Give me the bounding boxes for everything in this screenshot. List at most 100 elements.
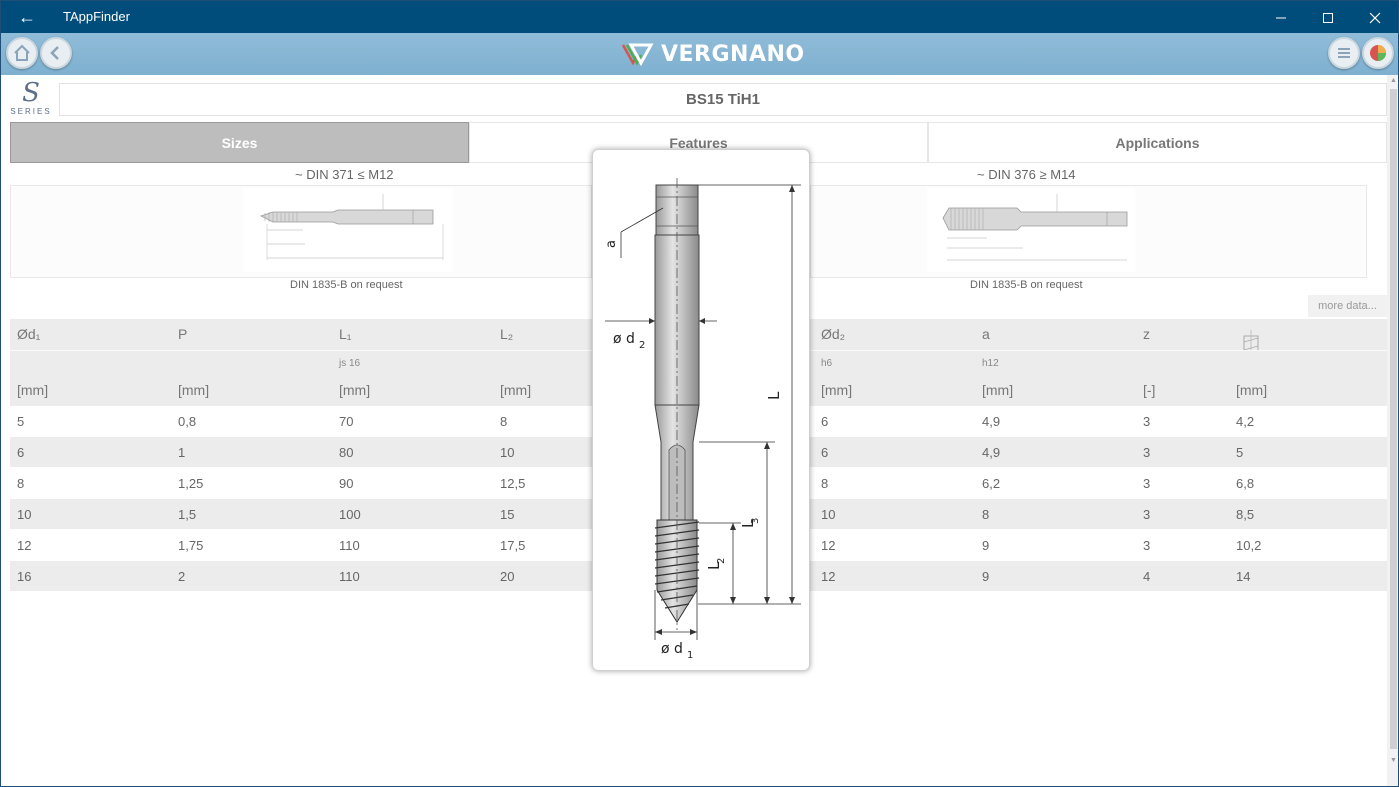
tolerance-cell: h12 bbox=[982, 358, 999, 369]
brand-name: VERGNANO bbox=[661, 41, 805, 67]
more-data-button[interactable]: more data... bbox=[1308, 295, 1387, 317]
header-cell: Ød₁ bbox=[17, 326, 41, 342]
label-a: a bbox=[604, 240, 619, 248]
window-title: TAppFinder bbox=[63, 9, 130, 24]
app-window: ← TAppFinder VERGNANO S SERIES BS15 TiH1… bbox=[0, 0, 1399, 787]
table-cell: 5 bbox=[17, 414, 25, 429]
label-L2-sub: 2 bbox=[716, 558, 727, 564]
table-cell: 15 bbox=[500, 507, 515, 522]
tab-applications[interactable]: Applications bbox=[928, 122, 1387, 163]
series-word: SERIES bbox=[10, 107, 52, 116]
table-cell: 9 bbox=[982, 538, 990, 553]
unit-cell: [-] bbox=[1143, 382, 1156, 398]
back-arrow-icon[interactable]: ← bbox=[15, 6, 39, 28]
label-d1: ø d bbox=[661, 641, 683, 657]
table-cell: 6,8 bbox=[1236, 476, 1255, 491]
standard-caption-din376: DIN 1835-B on request bbox=[970, 279, 1083, 291]
header-cell: P bbox=[178, 326, 188, 342]
tab-sizes[interactable]: Sizes bbox=[10, 122, 469, 163]
table-cell: 20 bbox=[500, 569, 515, 584]
close-button[interactable] bbox=[1352, 1, 1398, 33]
home-icon bbox=[14, 44, 30, 61]
table-cell: 12 bbox=[17, 538, 32, 553]
table-cell: 1,25 bbox=[178, 476, 204, 491]
table-cell: 3 bbox=[1143, 414, 1151, 429]
table-cell: 6,2 bbox=[982, 476, 1001, 491]
table-cell: 10,2 bbox=[1236, 538, 1262, 553]
label-L1: L bbox=[765, 391, 783, 400]
minimize-button[interactable] bbox=[1258, 1, 1304, 33]
menu-icon bbox=[1338, 48, 1350, 58]
table-cell: 17,5 bbox=[500, 538, 526, 553]
header-cell: a bbox=[982, 326, 990, 342]
unit-cell: [mm] bbox=[339, 382, 371, 398]
table-cell: 10 bbox=[500, 445, 515, 460]
tap-drawing-din371 bbox=[243, 188, 453, 272]
table-cell: 12 bbox=[821, 569, 836, 584]
standard-caption-din371: DIN 1835-B on request bbox=[290, 279, 403, 291]
tap-technical-drawing: a ø d 2 L L 3 L 2 ø d 1 bbox=[604, 178, 801, 661]
unit-cell: [mm] bbox=[821, 382, 853, 398]
table-cell: 3 bbox=[1143, 538, 1151, 553]
unit-cell: [mm] bbox=[500, 382, 532, 398]
table-cell: 3 bbox=[1143, 476, 1151, 491]
standard-label-din371: ~ DIN 371 ≤ M12 bbox=[295, 167, 394, 182]
table-cell: 9 bbox=[982, 569, 990, 584]
table-cell: 14 bbox=[1236, 569, 1251, 584]
scroll-down-icon[interactable]: ▼ bbox=[1387, 755, 1398, 767]
table-cell: 8 bbox=[500, 414, 508, 429]
header-cell: L₂ bbox=[500, 326, 514, 342]
table-cell: 90 bbox=[339, 476, 354, 491]
header-cell: L₁ bbox=[339, 326, 352, 342]
series-letter: S bbox=[22, 78, 40, 108]
table-cell: 70 bbox=[339, 414, 354, 429]
table-cell: 12 bbox=[821, 538, 836, 553]
table-cell: 10 bbox=[821, 507, 836, 522]
table-cell: 5 bbox=[1236, 445, 1244, 460]
nav-back-button[interactable] bbox=[40, 37, 72, 69]
table-cell: 2 bbox=[178, 569, 186, 584]
standard-panel-din371 bbox=[10, 185, 592, 278]
scroll-thumb[interactable] bbox=[1390, 89, 1397, 749]
table-cell: 8,5 bbox=[1236, 507, 1255, 522]
language-button[interactable] bbox=[1362, 37, 1394, 69]
unit-cell: [mm] bbox=[17, 382, 49, 398]
table-cell: 110 bbox=[339, 538, 360, 553]
header-cell: z bbox=[1143, 326, 1150, 342]
table-cell: 1,5 bbox=[178, 507, 197, 522]
unit-cell: [mm] bbox=[178, 382, 210, 398]
table-cell: 4,2 bbox=[1236, 414, 1255, 429]
table-cell: 16 bbox=[17, 569, 32, 584]
unit-cell: [mm] bbox=[1236, 382, 1268, 398]
close-icon bbox=[1369, 12, 1381, 24]
home-button[interactable] bbox=[6, 37, 38, 69]
chevron-left-icon bbox=[50, 46, 59, 60]
brand-logo: VERGNANO bbox=[621, 40, 805, 68]
tolerance-cell: h6 bbox=[821, 358, 833, 369]
table-cell: 1,75 bbox=[178, 538, 204, 553]
table-cell: 6 bbox=[17, 445, 25, 460]
table-cell: 100 bbox=[339, 507, 361, 522]
product-title: BS15 TiH1 bbox=[59, 83, 1387, 116]
title-bar: ← TAppFinder bbox=[1, 1, 1398, 33]
header-cell: Ød₂ bbox=[821, 326, 846, 342]
table-cell: 80 bbox=[339, 445, 354, 460]
table-cell: 6 bbox=[821, 414, 829, 429]
label-d1-sub: 1 bbox=[687, 650, 693, 661]
tap-drawing-popup[interactable]: a ø d 2 L L 3 L 2 ø d 1 bbox=[592, 149, 810, 671]
scroll-up-icon[interactable]: ▲ bbox=[1387, 75, 1398, 87]
menu-button[interactable] bbox=[1328, 37, 1360, 69]
vertical-scrollbar[interactable]: ▲ ▼ bbox=[1387, 75, 1398, 786]
label-L3-sub: 3 bbox=[750, 518, 761, 524]
minimize-icon bbox=[1276, 17, 1286, 19]
label-d2: ø d bbox=[613, 331, 635, 347]
unit-cell: [mm] bbox=[982, 382, 1014, 398]
maximize-icon bbox=[1323, 13, 1333, 24]
app-header: VERGNANO bbox=[1, 33, 1398, 75]
vergnano-logo-icon bbox=[621, 43, 654, 67]
table-cell: 1 bbox=[178, 445, 186, 460]
tolerance-cell: js 16 bbox=[339, 358, 361, 369]
table-cell: 10 bbox=[17, 507, 32, 522]
table-cell: 8 bbox=[17, 476, 25, 491]
maximize-button[interactable] bbox=[1305, 1, 1351, 33]
